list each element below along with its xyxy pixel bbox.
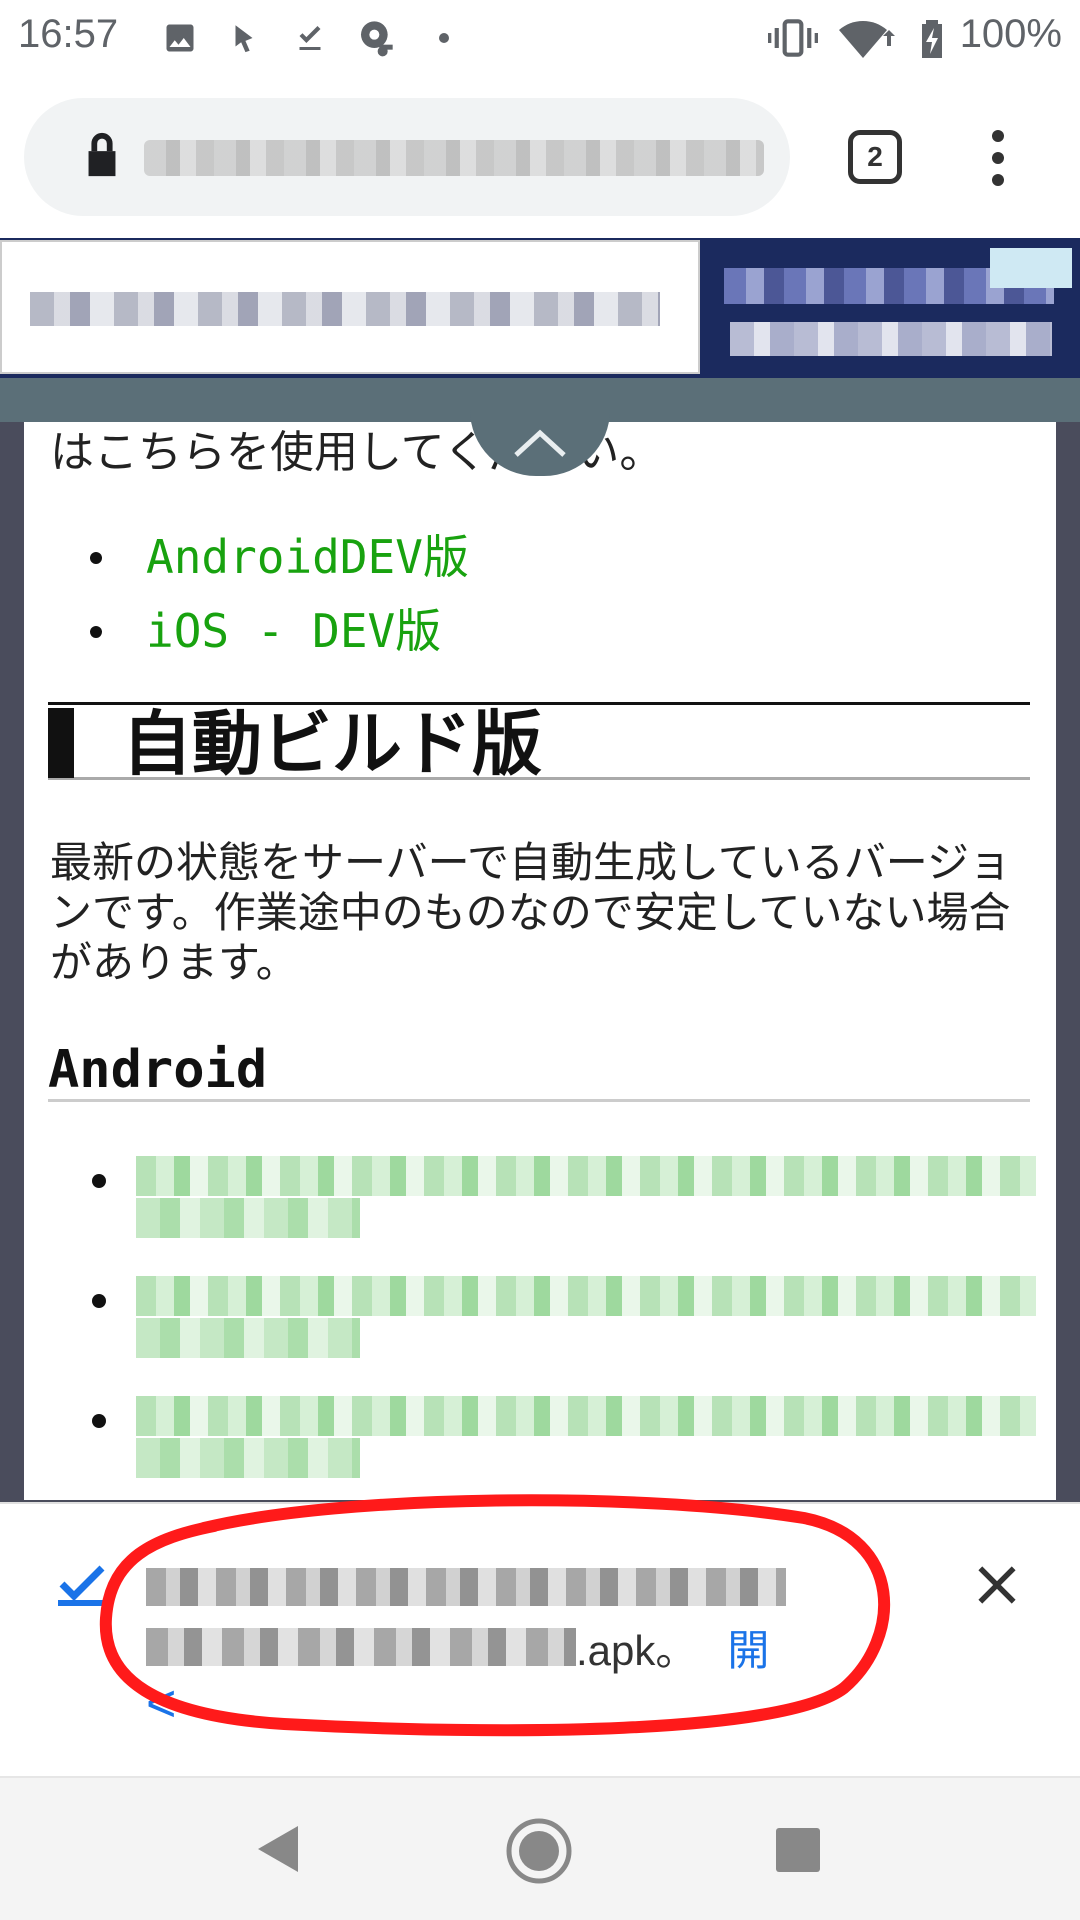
- android-heading-text: Android: [48, 1040, 268, 1100]
- nav-back-icon[interactable]: [254, 1822, 302, 1880]
- address-bar[interactable]: [24, 98, 790, 216]
- ad-choices-icon[interactable]: [990, 248, 1072, 288]
- apk-link-redacted[interactable]: [136, 1318, 360, 1358]
- apk-link-redacted[interactable]: [136, 1156, 1036, 1196]
- dev-link-list: AndroidDEV版 iOS - DEV版: [82, 520, 469, 668]
- apk-link-list: [82, 1152, 1042, 1500]
- nav-home-icon[interactable]: [506, 1818, 572, 1888]
- battery-percent: 100%: [959, 12, 1062, 56]
- status-bar: 16:57 100%: [0, 0, 1080, 78]
- download-snackbar: .apk。 開 <: [0, 1502, 1080, 1776]
- apk-link-redacted[interactable]: [136, 1198, 360, 1238]
- list-item[interactable]: [82, 1152, 1042, 1272]
- download-filename-redacted: [146, 1568, 786, 1606]
- section-heading: 自動ビルド版: [48, 702, 1030, 780]
- tab-switcher-button[interactable]: 2: [848, 130, 902, 184]
- heading-bar: [48, 708, 74, 778]
- snackbar-back-button[interactable]: <: [146, 1674, 176, 1734]
- browser-toolbar: 2: [0, 78, 1080, 238]
- download-done-icon: [290, 18, 330, 58]
- vpn-key-icon: [354, 18, 398, 58]
- list-item[interactable]: [82, 1272, 1042, 1392]
- image-icon: [160, 18, 200, 58]
- bullet: [92, 1174, 106, 1188]
- download-file-extension: .apk。: [576, 1626, 698, 1674]
- web-page-content[interactable]: はこちらを使用してください。 AndroidDEV版 iOS - DEV版 自動…: [24, 400, 1056, 1500]
- ad-text-redacted: [30, 292, 660, 326]
- ad-text-panel[interactable]: [0, 240, 700, 374]
- bullet: [92, 1294, 106, 1308]
- section-body-text: 最新の状態をサーバーで自動生成しているバージョンです。作業途中のものなので安定し…: [50, 838, 1011, 987]
- url-text-redacted[interactable]: [144, 140, 764, 176]
- download-filename-redacted: [146, 1628, 576, 1666]
- section-title: 自動ビルド版: [122, 703, 542, 785]
- download-filename-line: .apk。 開: [146, 1620, 769, 1675]
- ad-banner[interactable]: [0, 238, 1080, 378]
- open-download-button[interactable]: 開: [727, 1617, 769, 1678]
- apk-link-redacted[interactable]: [136, 1276, 1036, 1316]
- battery-charging-icon: [918, 18, 946, 58]
- list-item[interactable]: [82, 1392, 1042, 1500]
- apk-link-redacted[interactable]: [136, 1396, 1036, 1436]
- system-navigation-bar: [0, 1776, 1080, 1920]
- lock-icon[interactable]: [82, 130, 122, 184]
- link-android-dev[interactable]: AndroidDEV版: [82, 520, 469, 594]
- chevron-up-icon: [514, 429, 566, 457]
- bullet: [92, 1414, 106, 1428]
- android-heading: Android: [48, 1040, 1030, 1102]
- wifi-icon: [838, 18, 896, 58]
- check-icon: [58, 1562, 106, 1610]
- close-icon[interactable]: [972, 1560, 1022, 1610]
- link-ios-dev[interactable]: iOS - DEV版: [82, 594, 469, 668]
- music-app-icon: [224, 18, 264, 58]
- ad-subtitle-redacted: [730, 322, 1052, 356]
- nav-recents-icon[interactable]: [776, 1828, 820, 1872]
- dot-icon: [434, 18, 454, 58]
- vibrate-icon: [766, 18, 820, 58]
- status-time: 16:57: [18, 12, 119, 56]
- apk-link-redacted[interactable]: [136, 1438, 360, 1478]
- more-vert-icon[interactable]: [978, 128, 1018, 188]
